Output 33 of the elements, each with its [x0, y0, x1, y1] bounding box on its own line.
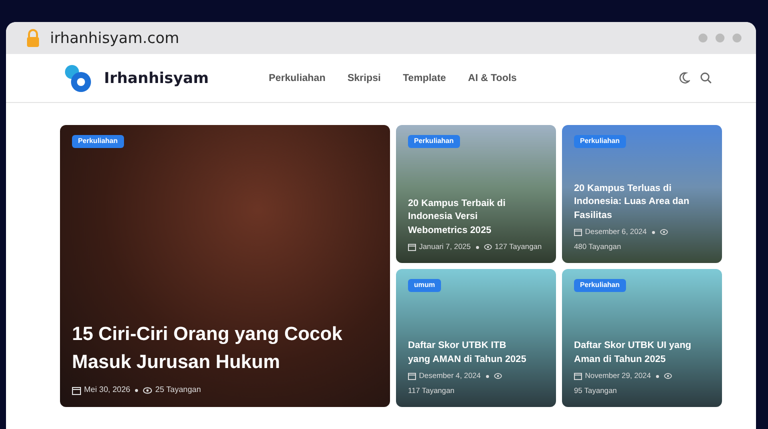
lock-icon [26, 29, 40, 47]
nav-link[interactable]: AI & Tools [468, 72, 517, 84]
eye-icon [660, 229, 668, 235]
calendar-icon [408, 372, 416, 380]
eye-icon [484, 244, 492, 250]
post-title[interactable]: Daftar Skor UTBK ITB yang AMAN di Tahun 2025 [408, 339, 544, 366]
separator-dot-icon [652, 230, 655, 234]
calendar-icon [72, 386, 81, 396]
separator-dot-icon [135, 389, 138, 392]
site-logo[interactable]: Irhanhisyam [104, 69, 209, 87]
post-title[interactable]: 20 Kampus Terbaik di Indonesia Versi Webometrics 2025 [408, 197, 544, 237]
eye-icon [143, 387, 152, 394]
separator-dot-icon [476, 246, 479, 248]
window-dots-icon [698, 33, 742, 43]
post-date: Mei 30, 2026 [84, 384, 130, 396]
logo-icon [62, 62, 94, 94]
post-title[interactable]: 15 Ciri-Ciri Orang yang Cocok Masuk Jurusan Hukum [72, 321, 378, 376]
view-count: 25 Tayangan [155, 384, 201, 396]
eye-icon [494, 373, 502, 379]
nav-link[interactable]: Template [402, 72, 446, 84]
calendar-icon [408, 243, 416, 251]
calendar-icon [574, 228, 582, 236]
nav-link[interactable]: Perkuliahan [268, 72, 326, 84]
search-icon[interactable] [700, 72, 712, 84]
separator-dot-icon [656, 374, 659, 378]
separator-dot-icon [486, 374, 489, 378]
post-title[interactable]: 20 Kampus Terluas di Indonesia: Luas Area dan Fasilitas [574, 182, 710, 222]
moon-icon[interactable] [678, 72, 690, 84]
nav-link[interactable]: Skripsi [347, 72, 381, 84]
eye-icon [664, 373, 672, 379]
post-title[interactable]: Daftar Skor UTBK UI yang Aman di Tahun 2025 [574, 339, 710, 366]
url-text[interactable]: irhanhisyam.com [50, 29, 180, 47]
calendar-icon [574, 372, 582, 380]
